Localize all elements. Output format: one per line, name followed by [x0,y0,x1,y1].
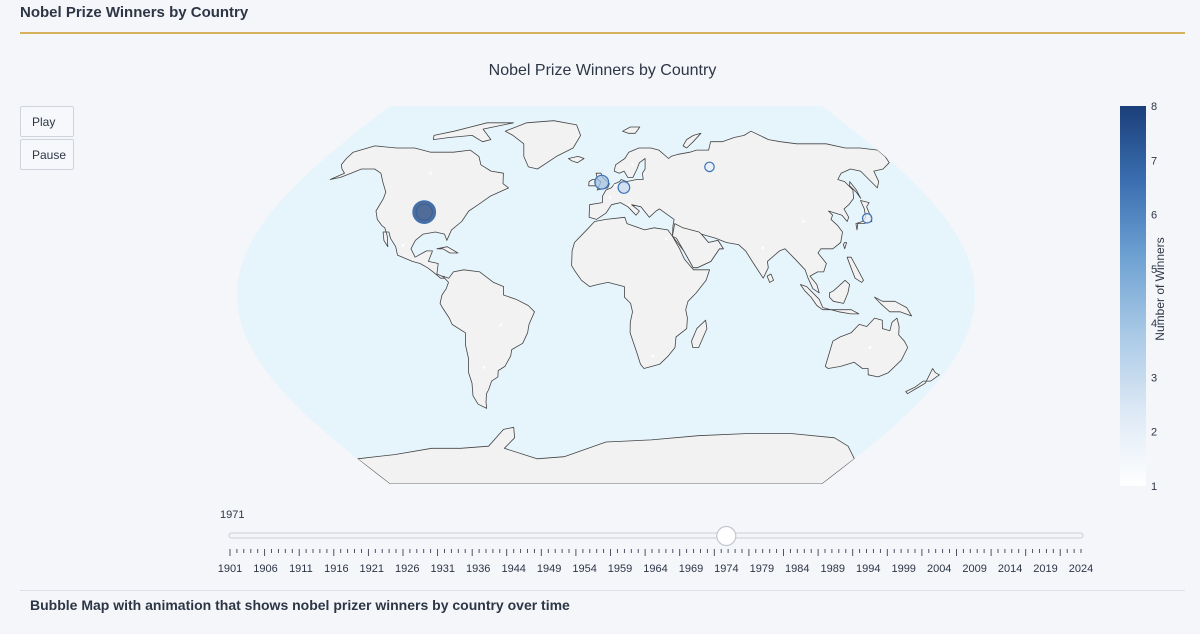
slider-tick-label: 1989 [821,563,845,575]
slider-tick-label: 1916 [324,563,348,575]
chart-description: Bubble Map with animation that shows nob… [30,597,570,613]
slider-tick-label: 2004 [927,563,951,575]
slider-tick-label: 1949 [537,563,561,575]
slider-tick-label: 1944 [501,563,525,575]
slider-tick-label: 1926 [395,563,419,575]
slider-track[interactable] [228,532,1084,539]
slider-tick-label: 2014 [998,563,1022,575]
slider-tick-labels: 1901 1906 1911 1916 1921 1926 1931 1936 1944 1949… [218,563,1093,575]
slider-tick-label: 1964 [643,563,667,575]
slider-tick-label: 1969 [679,563,703,575]
slider-tick-label: 1984 [785,563,809,575]
year-slider[interactable]: 1901 1906 1911 1916 1921 1926 1931 1936 1944 1949… [0,0,1200,634]
slider-tick-label: 1936 [466,563,490,575]
slider-tick-label: 1911 [289,563,313,575]
slider-tick-label: 1901 [218,563,242,575]
slider-tick-label: 1959 [608,563,632,575]
footer-divider [20,590,1185,591]
slider-tick-label: 1954 [572,563,596,575]
slider-tick-label: 2019 [1033,563,1057,575]
slider-tick-label: 1994 [856,563,880,575]
slider-tick-label: 1999 [891,563,915,575]
slider-tick-label: 1974 [714,563,738,575]
slider-ticks [229,549,1082,556]
slider-tick-label: 1979 [750,563,774,575]
slider-handle[interactable] [716,525,737,547]
slider-tick-label: 2009 [962,563,986,575]
slider-tick-label: 1931 [431,563,455,575]
slider-tick-label: 2024 [1069,563,1093,575]
slider-tick-label: 1921 [360,563,384,575]
slider-tick-label: 1906 [253,563,277,575]
